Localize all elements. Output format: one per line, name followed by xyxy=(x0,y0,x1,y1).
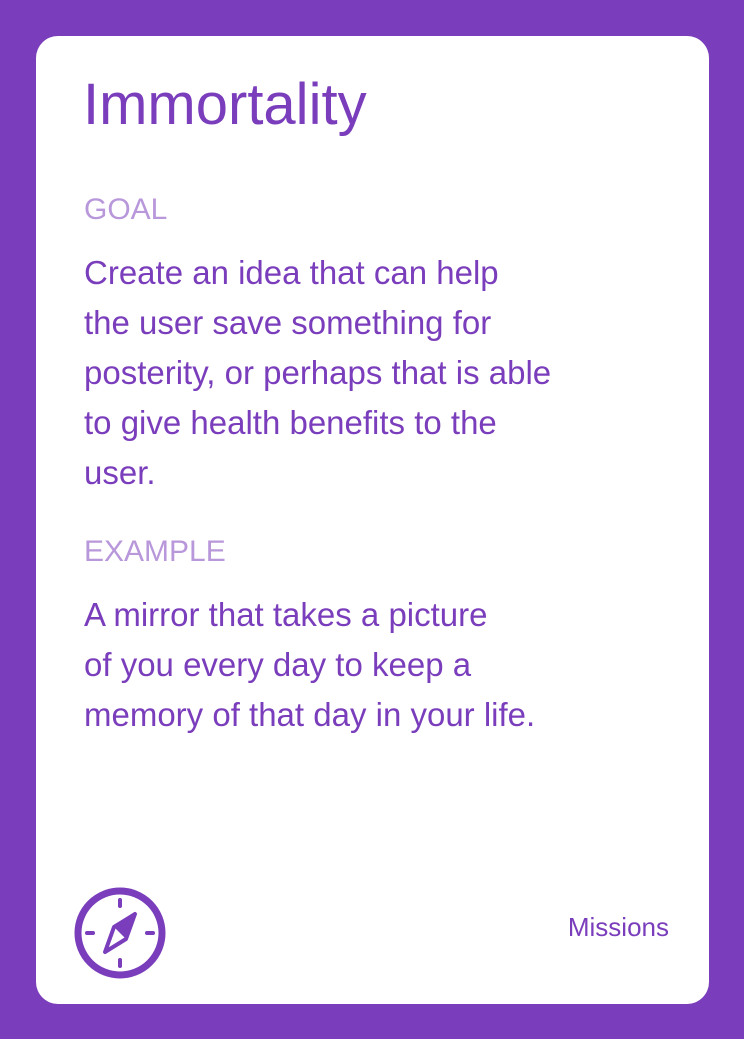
goal-label: GOAL xyxy=(84,193,168,226)
goal-line: user. xyxy=(84,454,156,491)
goal-line: the user save something for xyxy=(84,304,492,341)
example-line: A mirror that takes a picture xyxy=(84,596,488,633)
example-text: A mirror that takes a picture of you eve… xyxy=(84,590,535,740)
example-label: EXAMPLE xyxy=(84,535,226,568)
mission-card: Immortality GOAL Create an idea that can… xyxy=(36,36,709,1004)
goal-line: to give health benefits to the xyxy=(84,404,497,441)
example-line: of you every day to keep a xyxy=(84,646,472,683)
card-title: Immortality xyxy=(83,72,367,137)
example-line: memory of that day in your life. xyxy=(84,696,536,733)
goal-line: Create an idea that can help xyxy=(84,254,499,291)
compass-icon xyxy=(74,887,166,979)
goal-line: posterity, or perhaps that is able xyxy=(84,354,552,391)
category-label: Missions xyxy=(567,912,669,942)
goal-text: Create an idea that can help the user sa… xyxy=(84,248,551,498)
